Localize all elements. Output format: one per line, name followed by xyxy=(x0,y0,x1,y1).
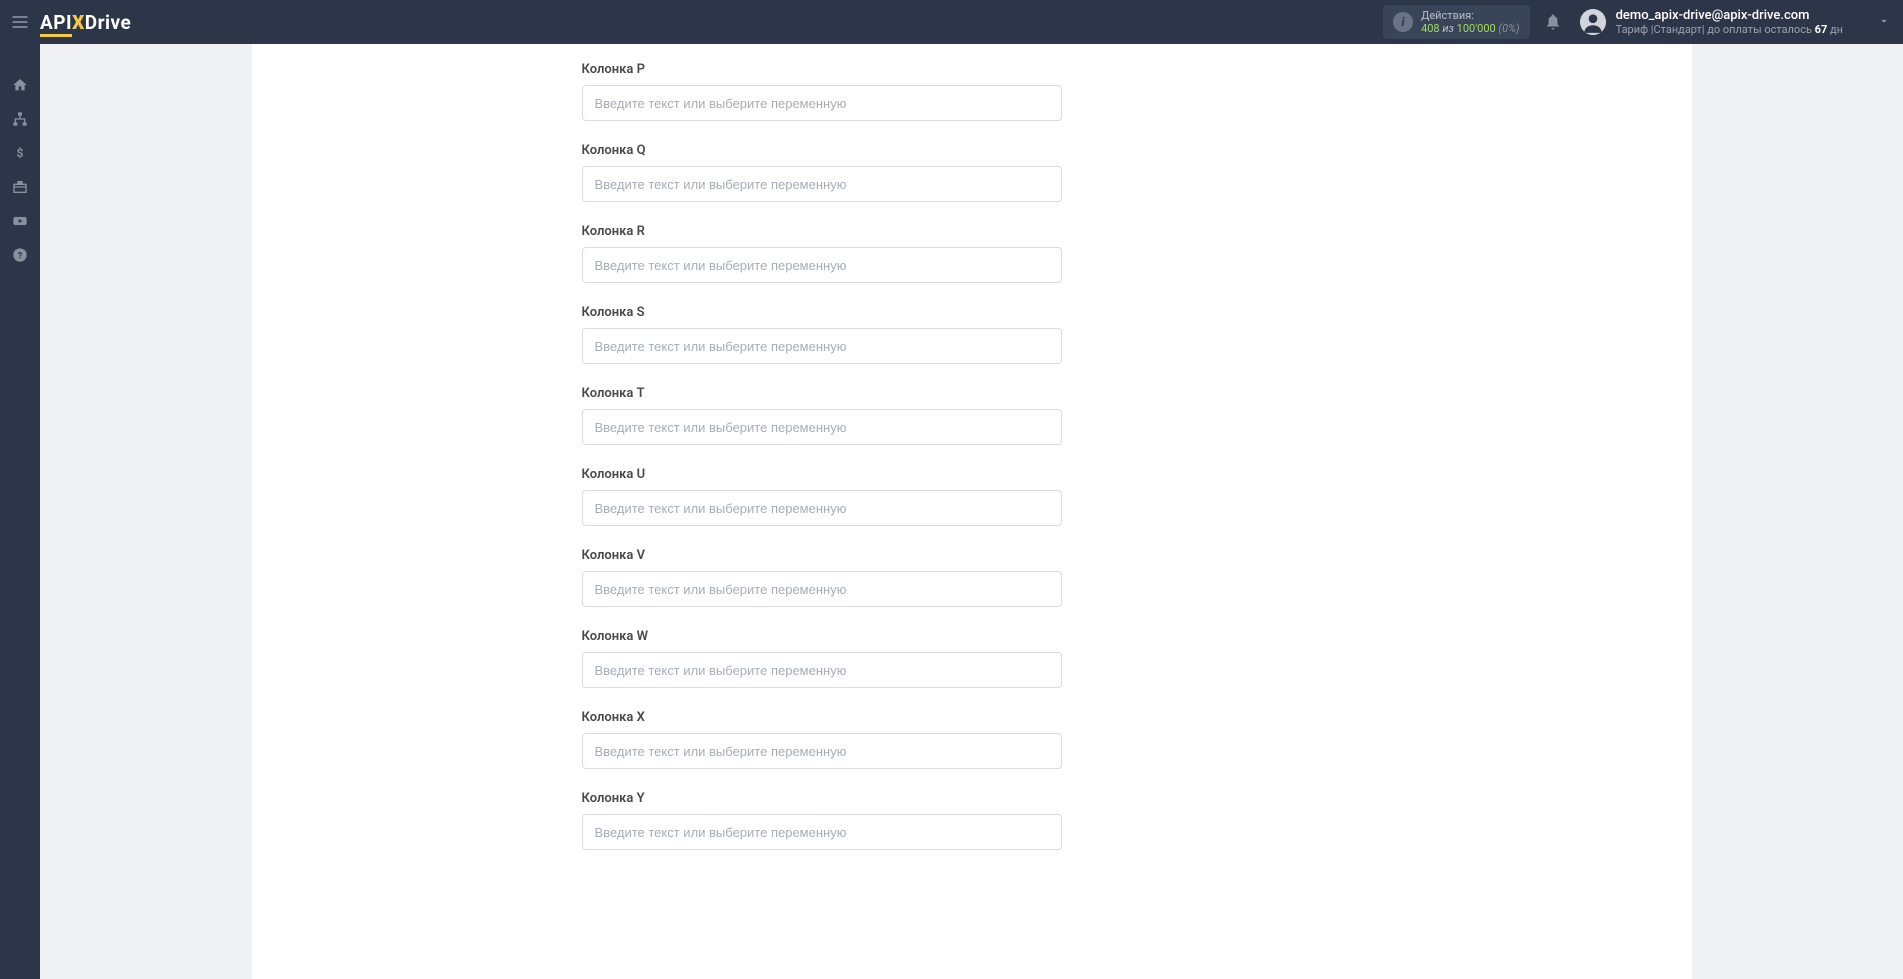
form-label: Колонка T xyxy=(582,386,1062,401)
sitemap-icon xyxy=(12,111,28,127)
sidebar-home[interactable] xyxy=(0,68,40,102)
form-label: Колонка X xyxy=(582,710,1062,725)
sidebar-help[interactable]: ? xyxy=(0,238,40,272)
briefcase-icon xyxy=(12,179,28,195)
column-input-col-v[interactable] xyxy=(582,571,1062,607)
form-group-col-y: Колонка Y xyxy=(582,791,1062,850)
svg-text:$: $ xyxy=(17,146,24,160)
dollar-icon: $ xyxy=(12,145,28,161)
column-input-col-y[interactable] xyxy=(582,814,1062,850)
form-group-col-p: Колонка P xyxy=(582,62,1062,121)
youtube-icon xyxy=(12,213,28,229)
svg-text:?: ? xyxy=(18,250,23,261)
column-input-col-t[interactable] xyxy=(582,409,1062,445)
actions-counter[interactable]: i Действия: 408 из 100'000 (0%) xyxy=(1383,5,1530,39)
user-icon xyxy=(1580,9,1606,35)
help-icon: ? xyxy=(12,247,28,263)
menu-toggle-button[interactable] xyxy=(0,0,40,44)
notifications-button[interactable] xyxy=(1544,13,1562,31)
user-tariff: Тариф |Стандарт| до оплаты осталось 67 д… xyxy=(1616,23,1843,36)
sidebar: $ ? xyxy=(0,44,40,979)
form-group-col-r: Колонка R xyxy=(582,224,1062,283)
home-icon xyxy=(12,77,28,93)
column-input-col-x[interactable] xyxy=(582,733,1062,769)
info-icon: i xyxy=(1393,12,1413,32)
form-group-col-v: Колонка V xyxy=(582,548,1062,607)
user-menu[interactable]: demo_apix-drive@apix-drive.com Тариф |Ст… xyxy=(1580,8,1891,36)
form-label: Колонка U xyxy=(582,467,1062,482)
logo-text-x: X xyxy=(72,11,85,34)
avatar xyxy=(1580,9,1606,35)
actions-text: Действия: 408 из 100'000 (0%) xyxy=(1421,9,1520,35)
sidebar-briefcase[interactable] xyxy=(0,170,40,204)
form-group-col-q: Колонка Q xyxy=(582,143,1062,202)
form-label: Колонка Q xyxy=(582,143,1062,158)
form-group-col-x: Колонка X xyxy=(582,710,1062,769)
column-input-col-u[interactable] xyxy=(582,490,1062,526)
form-area: Колонка P Колонка Q Колонка R Колонка S Коло… xyxy=(582,44,1062,850)
column-input-col-s[interactable] xyxy=(582,328,1062,364)
bell-icon xyxy=(1544,13,1562,31)
sidebar-youtube[interactable] xyxy=(0,204,40,238)
form-label: Колонка V xyxy=(582,548,1062,563)
user-email: demo_apix-drive@apix-drive.com xyxy=(1616,8,1843,23)
form-group-col-t: Колонка T xyxy=(582,386,1062,445)
form-label: Колонка W xyxy=(582,629,1062,644)
column-input-col-q[interactable] xyxy=(582,166,1062,202)
form-group-col-u: Колонка U xyxy=(582,467,1062,526)
column-input-col-p[interactable] xyxy=(582,85,1062,121)
sidebar-billing[interactable]: $ xyxy=(0,136,40,170)
form-label: Колонка R xyxy=(582,224,1062,239)
form-label: Колонка Y xyxy=(582,791,1062,806)
chevron-down-icon xyxy=(1877,13,1891,32)
logo[interactable]: APIXDrive xyxy=(40,11,131,34)
logo-text-drive: Drive xyxy=(85,11,132,34)
column-input-col-w[interactable] xyxy=(582,652,1062,688)
logo-text-api: API xyxy=(40,11,72,37)
sidebar-connections[interactable] xyxy=(0,102,40,136)
top-header: APIXDrive i Действия: 408 из 100'000 (0%… xyxy=(0,0,1903,44)
form-group-col-w: Колонка W xyxy=(582,629,1062,688)
form-label: Колонка P xyxy=(582,62,1062,77)
column-input-col-r[interactable] xyxy=(582,247,1062,283)
main-content: Колонка P Колонка Q Колонка R Колонка S Коло… xyxy=(40,44,1903,979)
content-card: Колонка P Колонка Q Колонка R Колонка S Коло… xyxy=(252,44,1692,979)
form-group-col-s: Колонка S xyxy=(582,305,1062,364)
hamburger-icon xyxy=(10,12,30,32)
form-label: Колонка S xyxy=(582,305,1062,320)
